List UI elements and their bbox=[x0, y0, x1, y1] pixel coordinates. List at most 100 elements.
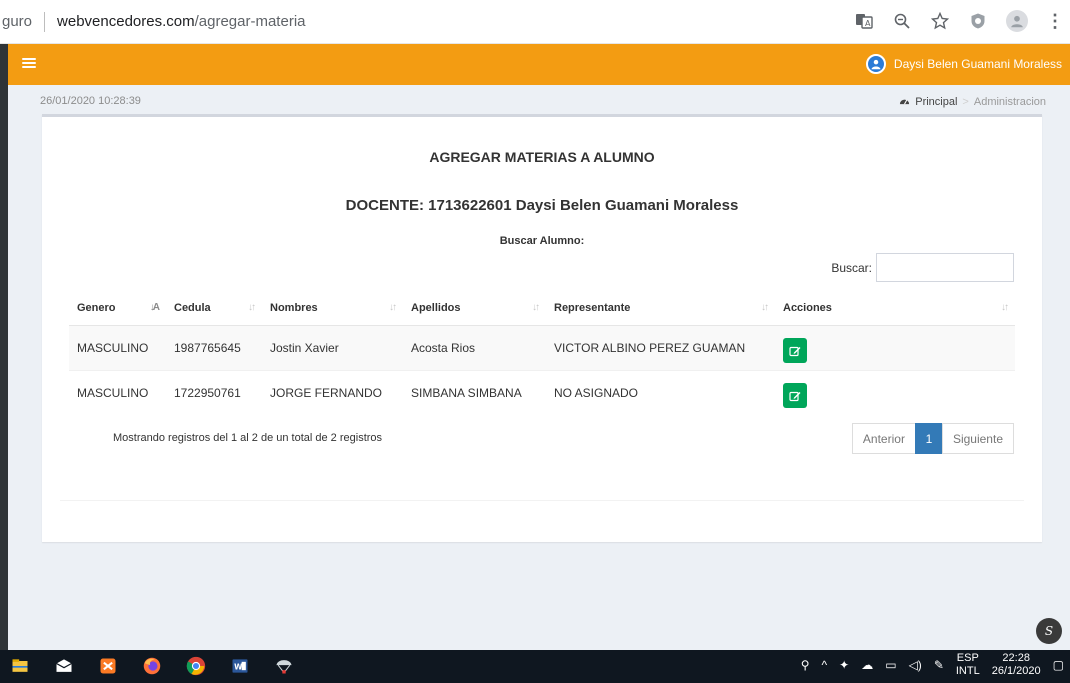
buscar-alumno-label: Buscar Alumno: bbox=[499, 235, 585, 247]
url-field[interactable]: webvencedores.com/agregar-materia bbox=[57, 13, 305, 30]
sort-icon: ↓↑ bbox=[532, 302, 540, 313]
user-name: Daysi Belen Guamani Moraless bbox=[893, 57, 1062, 71]
chevron-up-icon[interactable]: ^ bbox=[822, 658, 828, 672]
breadcrumb-separator: > bbox=[962, 96, 969, 108]
people-icon[interactable]: ⚲ bbox=[801, 658, 810, 672]
column-header-label: Representante bbox=[554, 302, 631, 315]
language-indicator[interactable]: ESP INTL bbox=[956, 652, 980, 678]
column-header-apellidos[interactable]: Apellidos ↓↑ bbox=[403, 292, 546, 326]
onedrive-icon[interactable]: ☁ bbox=[861, 658, 873, 672]
cell-representante: NO ASIGNADO bbox=[546, 369, 775, 415]
current-datetime: 26/01/2020 10:28:39 bbox=[40, 95, 141, 107]
table-header-row: Genero ↓A Cedula ↓↑ Nombres ↓↑ Apellidos ↓↑ … bbox=[69, 292, 1015, 326]
clock-date: 26/1/2020 bbox=[991, 665, 1041, 677]
user-menu[interactable]: Daysi Belen Guamani Moraless bbox=[865, 54, 1062, 74]
column-header-label: Genero bbox=[77, 302, 116, 315]
sort-icon: ↓↑ bbox=[248, 302, 256, 313]
column-header-cedula[interactable]: Cedula ↓↑ bbox=[166, 292, 262, 326]
table-search: Buscar: bbox=[831, 253, 1014, 282]
xampp-icon[interactable] bbox=[96, 654, 120, 678]
chrome-icon[interactable] bbox=[184, 654, 208, 678]
keyboard-layout: INTL bbox=[955, 665, 980, 677]
system-tray: ⚲ ^ ✦ ☁ ▭ ◁) ✎ ESP INTL 22:28 26/1/2020 … bbox=[801, 652, 1064, 678]
cell-genero: MASCULINO bbox=[69, 324, 166, 370]
search-input[interactable] bbox=[876, 253, 1014, 282]
bookmark-star-icon[interactable] bbox=[930, 11, 950, 31]
students-table: Genero ↓A Cedula ↓↑ Nombres ↓↑ Apellidos ↓↑ … bbox=[69, 292, 1015, 415]
pagination-page-button[interactable]: 1 bbox=[914, 423, 943, 454]
windows-taskbar: W ⚲ ^ ✦ ☁ ▭ ◁) ✎ ESP INTL 22:28 26/1/202… bbox=[0, 650, 1070, 683]
table-row: MASCULINO 1722950761 JORGE FERNANDO SIMB… bbox=[69, 369, 1015, 415]
browser-menu-icon[interactable]: ⋮ bbox=[1046, 12, 1064, 30]
docente-heading: DOCENTE: 1713622601 Daysi Belen Guamani … bbox=[345, 197, 739, 214]
sort-icon: ↓↑ bbox=[761, 302, 769, 313]
cell-genero: MASCULINO bbox=[69, 369, 166, 415]
breadcrumb: Principal > Administracion bbox=[899, 95, 1046, 109]
column-header-nombres[interactable]: Nombres ↓↑ bbox=[262, 292, 403, 326]
pagination-prev-button[interactable]: Anterior bbox=[851, 423, 916, 454]
profile-avatar-icon[interactable] bbox=[1006, 10, 1028, 32]
breadcrumb-current: Administracion bbox=[973, 96, 1046, 108]
edit-icon bbox=[789, 346, 801, 356]
pagination: Anterior 1 Siguiente bbox=[851, 423, 1014, 454]
notifications-icon[interactable]: ▢ bbox=[1053, 658, 1064, 672]
user-avatar-icon bbox=[865, 54, 886, 74]
column-header-label: Nombres bbox=[270, 302, 318, 315]
page-title: AGREGAR MATERIAS A ALUMNO bbox=[429, 149, 655, 165]
column-header-label: Apellidos bbox=[411, 302, 461, 315]
column-header-genero[interactable]: Genero ↓A bbox=[69, 292, 166, 326]
cell-apellidos: Acosta Rios bbox=[403, 324, 546, 370]
cell-cedula: 1722950761 bbox=[166, 369, 262, 415]
pagination-next-button[interactable]: Siguiente bbox=[941, 423, 1014, 454]
file-explorer-icon[interactable] bbox=[8, 654, 32, 678]
taskbar-apps: W bbox=[8, 654, 296, 678]
browser-toolbar-icons: A ⋮ bbox=[854, 10, 1064, 32]
pen-icon[interactable]: ✎ bbox=[934, 658, 944, 672]
url-path: /agregar-materia bbox=[194, 13, 306, 30]
url-divider bbox=[44, 11, 46, 32]
column-header-label: Acciones bbox=[783, 302, 832, 315]
table-row: MASCULINO 1987765645 Jostin Xavier Acost… bbox=[69, 324, 1015, 370]
network-icon[interactable]: ▭ bbox=[885, 658, 896, 672]
app-header: Daysi Belen Guamani Moraless bbox=[8, 44, 1070, 85]
browser-address-bar: guro webvencedores.com/agregar-materia A… bbox=[0, 0, 1070, 44]
svg-text:A: A bbox=[865, 19, 871, 28]
cell-acciones bbox=[775, 369, 1015, 415]
cell-cedula: 1987765645 bbox=[166, 324, 262, 370]
url-prefix: guro bbox=[2, 13, 33, 30]
dashboard-icon bbox=[899, 95, 910, 109]
extension-shield-icon[interactable] bbox=[968, 11, 988, 31]
sort-icon: ↓↑ bbox=[1001, 302, 1009, 313]
table-info: Mostrando registros del 1 al 2 de un tot… bbox=[113, 432, 383, 444]
cell-apellidos: SIMBANA SIMBANA bbox=[403, 369, 546, 415]
edit-icon bbox=[789, 391, 801, 401]
menu-toggle-icon[interactable] bbox=[22, 55, 36, 71]
sort-asc-icon: ↓A bbox=[149, 302, 160, 313]
word-icon[interactable]: W bbox=[228, 654, 252, 678]
cell-nombres: Jostin Xavier bbox=[262, 324, 403, 370]
edit-button[interactable] bbox=[783, 383, 807, 409]
cell-nombres: JORGE FERNANDO bbox=[262, 369, 403, 415]
language-code: ESP bbox=[956, 652, 979, 664]
cell-acciones bbox=[775, 324, 1015, 370]
main-panel: AGREGAR MATERIAS A ALUMNO DOCENTE: 17136… bbox=[42, 114, 1042, 542]
firefox-icon[interactable] bbox=[140, 654, 164, 678]
floating-s-icon[interactable]: S bbox=[1036, 618, 1062, 644]
url-domain: webvencedores.com bbox=[57, 13, 195, 30]
breadcrumb-home[interactable]: Principal bbox=[915, 96, 957, 108]
zoom-icon[interactable] bbox=[892, 11, 912, 31]
column-header-label: Cedula bbox=[174, 302, 211, 315]
mail-icon[interactable] bbox=[52, 654, 76, 678]
sidebar-collapsed bbox=[0, 44, 8, 650]
volume-icon[interactable]: ◁) bbox=[909, 658, 922, 672]
clock-time: 22:28 bbox=[1002, 652, 1030, 664]
column-header-acciones[interactable]: Acciones ↓↑ bbox=[775, 292, 1015, 326]
translate-icon[interactable]: A bbox=[854, 11, 874, 31]
dropbox-icon[interactable]: ✦ bbox=[839, 658, 849, 672]
column-header-representante[interactable]: Representante ↓↑ bbox=[546, 292, 775, 326]
edit-button[interactable] bbox=[783, 338, 807, 363]
app-parachute-icon[interactable] bbox=[272, 654, 296, 678]
taskbar-clock[interactable]: 22:28 26/1/2020 bbox=[992, 652, 1041, 678]
panel-divider bbox=[60, 500, 1024, 501]
cell-representante: VICTOR ALBINO PEREZ GUAMAN bbox=[546, 324, 775, 370]
